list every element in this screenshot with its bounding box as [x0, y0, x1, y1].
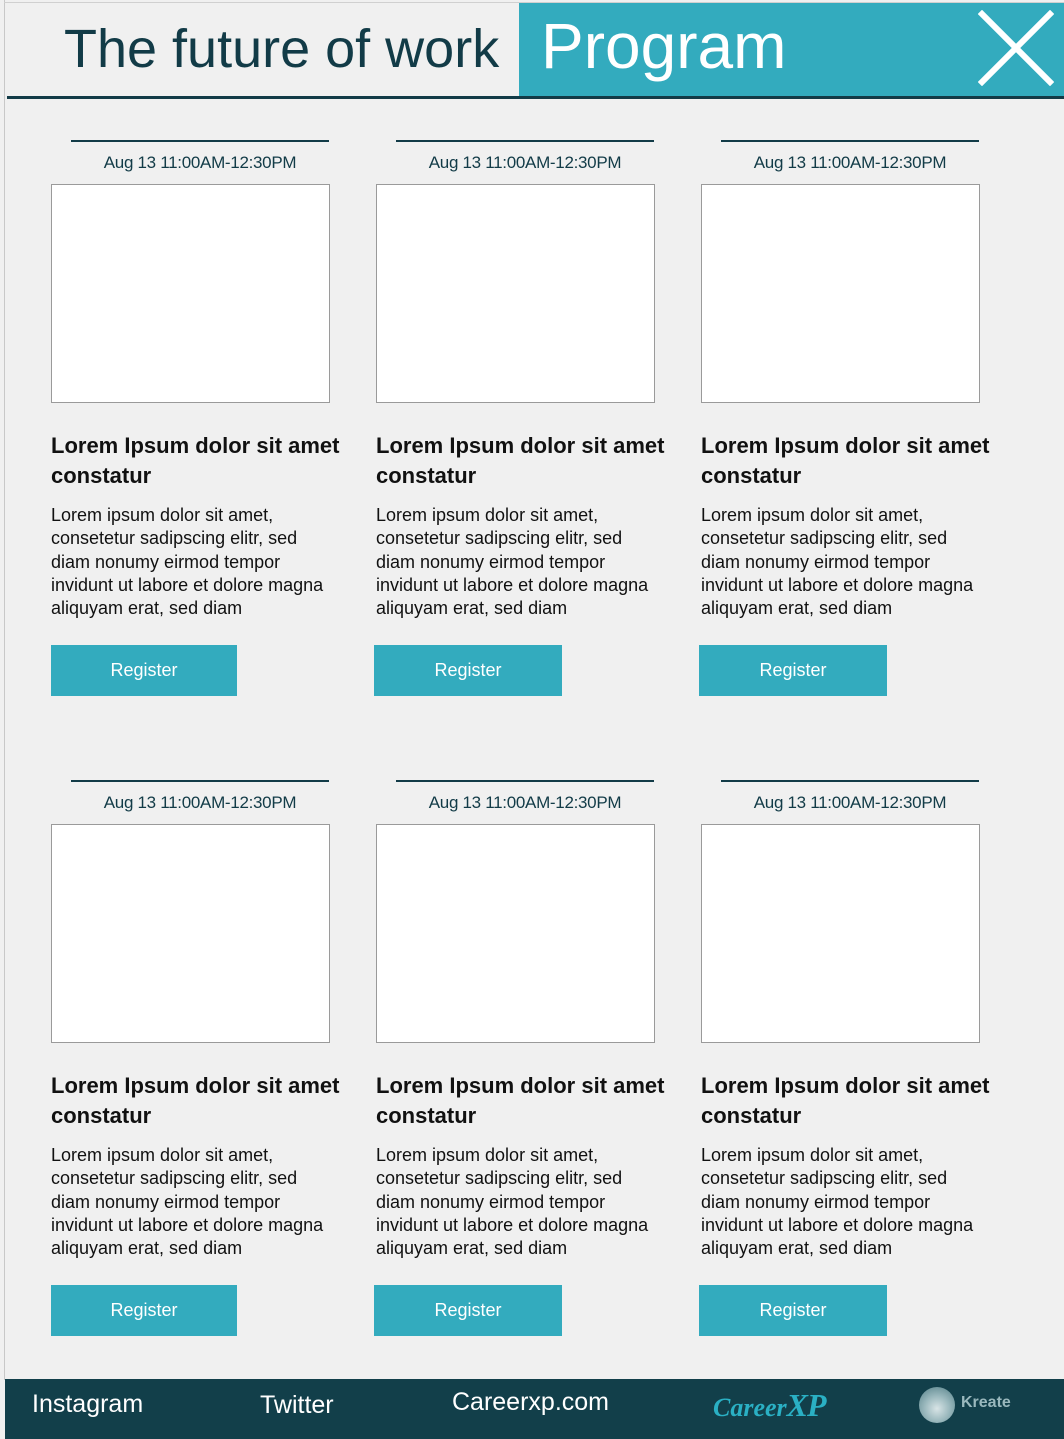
footer-link-twitter[interactable]: Twitter: [260, 1389, 334, 1421]
card-description: Lorem ipsum dolor sit amet, consetetur s…: [376, 505, 649, 619]
card-divider: [721, 140, 979, 142]
card-description: Lorem ipsum dolor sit amet, consetetur s…: [51, 505, 324, 619]
program-card: Aug 13 11:00AM-12:30PM Lorem Ipsum dolor…: [51, 140, 351, 740]
register-button[interactable]: Register: [699, 645, 887, 696]
card-date: Aug 13 11:00AM-12:30PM: [103, 153, 297, 172]
card-title: Lorem Ipsum dolor sit amet constatur: [51, 1073, 340, 1128]
card-image-placeholder: [701, 824, 980, 1043]
register-button[interactable]: Register: [51, 645, 237, 696]
program-label: Program: [541, 10, 787, 82]
register-button[interactable]: Register: [374, 1285, 562, 1336]
footer-link-instagram[interactable]: Instagram: [32, 1388, 143, 1420]
program-card: Aug 13 11:00AM-12:30PM Lorem Ipsum dolor…: [374, 140, 676, 740]
program-card: Aug 13 11:00AM-12:30PM Lorem Ipsum dolor…: [51, 780, 351, 1380]
page-footer: Instagram Twitter Careerxp.com CareerXP …: [5, 1379, 1064, 1439]
card-date: Aug 13 11:00AM-12:30PM: [428, 793, 622, 812]
register-button[interactable]: Register: [51, 1285, 237, 1336]
register-button[interactable]: Register: [374, 645, 562, 696]
card-image-placeholder: [51, 184, 330, 403]
card-image-placeholder: [376, 824, 655, 1043]
card-date: Aug 13 11:00AM-12:30PM: [753, 793, 947, 812]
header-divider: [7, 96, 1064, 99]
program-banner: Program: [519, 3, 1064, 96]
card-image-placeholder: [701, 184, 980, 403]
card-image-placeholder: [51, 824, 330, 1043]
card-description: Lorem ipsum dolor sit amet, consetetur s…: [701, 1145, 974, 1259]
card-description: Lorem ipsum dolor sit amet, consetetur s…: [376, 1145, 649, 1259]
card-divider: [721, 780, 979, 782]
card-divider: [71, 780, 329, 782]
card-title: Lorem Ipsum dolor sit amet constatur: [376, 433, 665, 488]
card-title: Lorem Ipsum dolor sit amet constatur: [376, 1073, 665, 1128]
card-divider: [396, 780, 654, 782]
card-title: Lorem Ipsum dolor sit amet constatur: [701, 433, 990, 488]
kreate-logo-text: Kreate: [961, 1394, 1011, 1411]
careerxp-logo-part2: XP: [786, 1387, 827, 1423]
close-icon[interactable]: [977, 9, 1055, 87]
program-card: Aug 13 11:00AM-12:30PM Lorem Ipsum dolor…: [374, 780, 676, 1380]
register-button[interactable]: Register: [699, 1285, 887, 1336]
page-border-left: [4, 0, 5, 1380]
kreate-logo: Kreate: [919, 1385, 1029, 1425]
card-description: Lorem ipsum dolor sit amet, consetetur s…: [701, 505, 974, 619]
card-image-placeholder: [376, 184, 655, 403]
program-card: Aug 13 11:00AM-12:30PM Lorem Ipsum dolor…: [699, 140, 1001, 740]
card-date: Aug 13 11:00AM-12:30PM: [753, 153, 947, 172]
page-title: The future of work: [64, 19, 500, 79]
page-header: The future of work Program: [7, 3, 1064, 96]
card-divider: [71, 140, 329, 142]
card-title: Lorem Ipsum dolor sit amet constatur: [51, 433, 340, 488]
kreate-logo-icon: [919, 1387, 955, 1423]
card-description: Lorem ipsum dolor sit amet, consetetur s…: [51, 1145, 324, 1259]
footer-link-website[interactable]: Careerxp.com: [452, 1386, 609, 1418]
card-date: Aug 13 11:00AM-12:30PM: [103, 793, 297, 812]
program-card: Aug 13 11:00AM-12:30PM Lorem Ipsum dolor…: [699, 780, 1001, 1380]
card-date: Aug 13 11:00AM-12:30PM: [428, 153, 622, 172]
careerxp-logo: CareerXP: [713, 1387, 827, 1428]
card-divider: [396, 140, 654, 142]
careerxp-logo-part1: Career: [713, 1393, 787, 1422]
card-title: Lorem Ipsum dolor sit amet constatur: [701, 1073, 990, 1128]
